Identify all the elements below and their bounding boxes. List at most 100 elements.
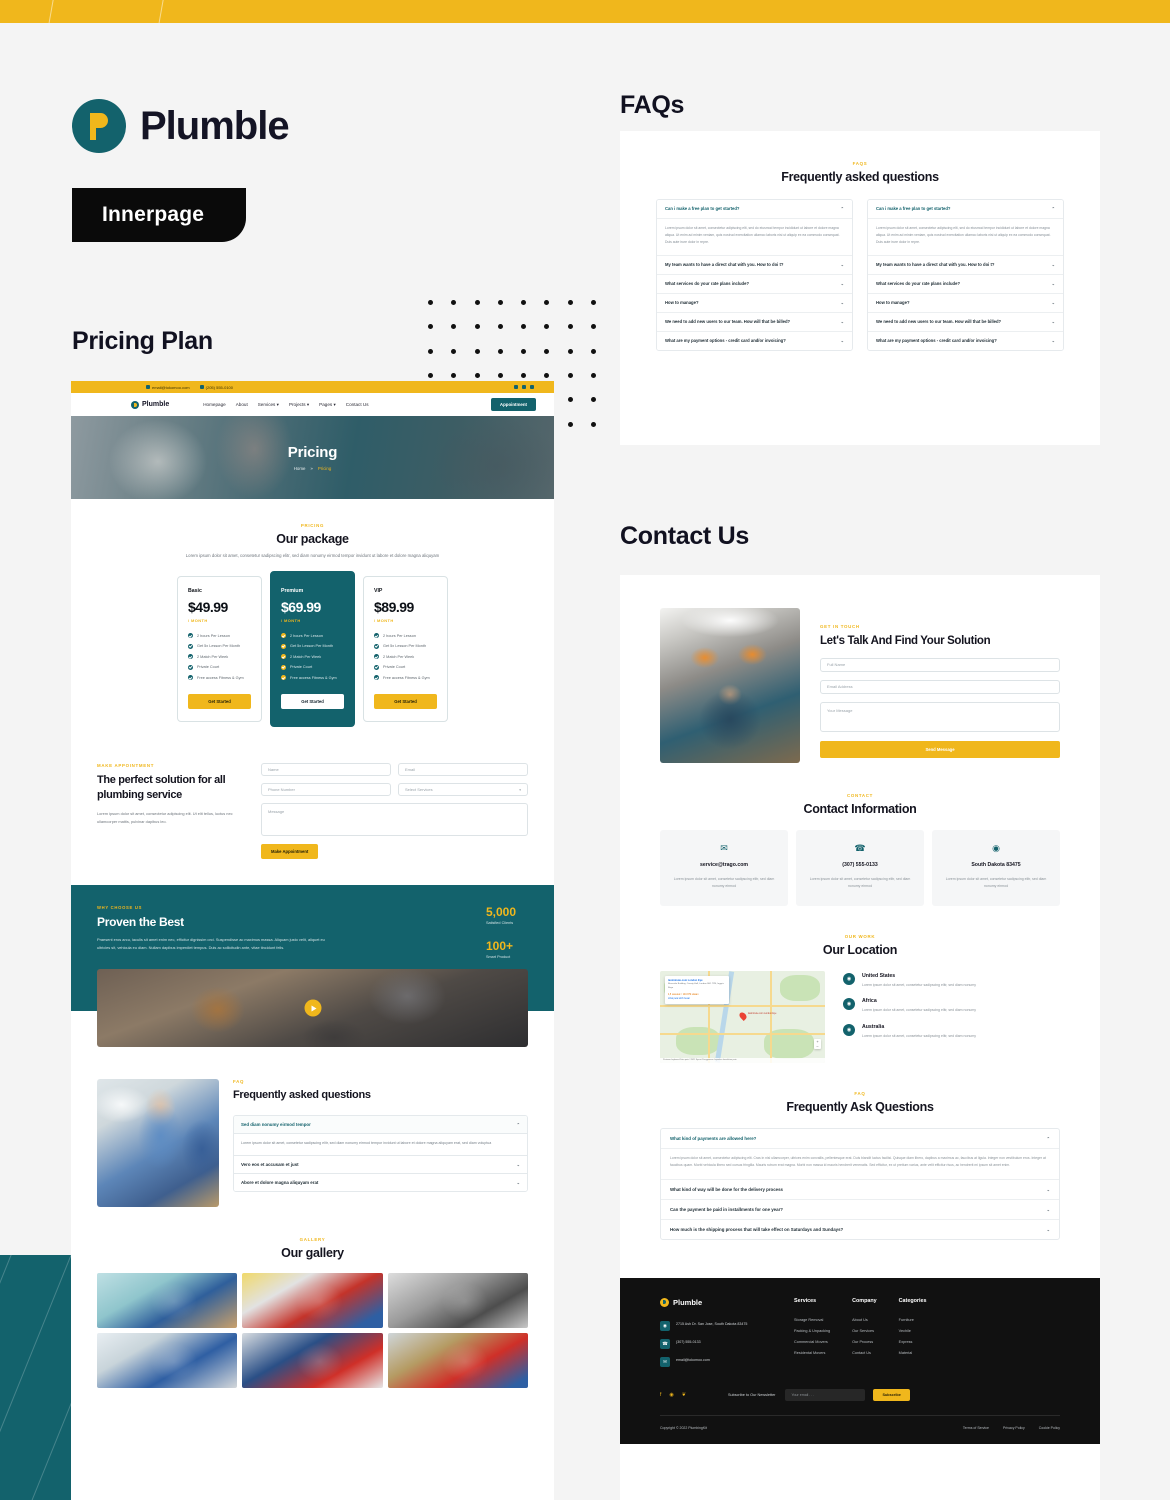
footer-link[interactable]: Storage Removal	[794, 1318, 830, 1322]
twitter-icon[interactable]: ❦	[682, 1392, 686, 1398]
footer-link[interactable]: Express	[899, 1340, 927, 1344]
nav-item-homepage[interactable]: Homepage	[203, 402, 225, 408]
facebook-icon[interactable]	[514, 385, 518, 389]
map-pin-icon	[738, 1011, 748, 1022]
cookie-policy-link[interactable]: Cookie Policy	[1039, 1426, 1060, 1430]
phone-field[interactable]: Phone Number	[261, 783, 391, 797]
map-bigger-link[interactable]: Lihat peta lebih besar	[668, 998, 726, 1000]
name-field[interactable]: Name	[261, 763, 391, 777]
gallery-image[interactable]	[97, 1273, 238, 1329]
nav-item-contact-us[interactable]: Contact Us	[346, 402, 369, 408]
list-item: Free access Fitness & Gym	[281, 675, 344, 681]
accordion-item[interactable]: How to manage? ⌄	[868, 294, 1063, 314]
accordion-item[interactable]: Can i make a free plan to get started? ⌃	[657, 200, 852, 220]
gallery-eyebrow: GALLERY	[299, 1237, 326, 1243]
instagram-icon[interactable]: ◉	[669, 1392, 673, 1398]
accordion-item[interactable]: What services do your rate plans include…	[657, 275, 852, 295]
nav-item-services[interactable]: Services ▾	[258, 402, 279, 408]
get-started-button[interactable]: Get Started	[188, 694, 251, 710]
breadcrumb-home[interactable]: Home	[294, 466, 306, 471]
accordion-item[interactable]: My team wants to have a direct chat with…	[657, 256, 852, 276]
nav-item-projects[interactable]: Projects ▾	[289, 402, 309, 408]
video-thumbnail[interactable]	[97, 969, 528, 1048]
accordion-item[interactable]: Sed diam nonumy eirmod tempor ⌃	[234, 1115, 527, 1134]
accordion-item[interactable]: We need to add new users to our team. Ho…	[657, 313, 852, 333]
accordion-item[interactable]: Can the payment be paid in installments …	[661, 1200, 1059, 1220]
accordion-item[interactable]: How to manage? ⌄	[657, 294, 852, 314]
location-eyebrow: OUR WORK	[844, 934, 876, 940]
facebook-icon[interactable]: f	[660, 1392, 661, 1398]
accordion-item[interactable]: What kind of payments are allowed here? ⌃	[661, 1129, 1059, 1150]
check-icon	[281, 654, 286, 660]
nav-item-about[interactable]: About	[236, 402, 248, 408]
footer-link[interactable]: Contact Us	[852, 1351, 877, 1355]
contact-card-desc: Lorem ipsum dolor sit amet, consetetur s…	[809, 876, 911, 888]
accordion-item[interactable]: What are my payment options - credit car…	[868, 332, 1063, 351]
footer-link[interactable]: About Us	[852, 1318, 877, 1322]
footer-logo[interactable]: Plumble	[660, 1297, 772, 1307]
list-item: Private Court	[374, 664, 437, 670]
get-started-button[interactable]: Get Started	[281, 694, 344, 710]
pricing-card-vip[interactable]: VIP $89.99 / MONTH 2 hours Per Lesson Ge…	[363, 576, 448, 723]
pricing-card-premium[interactable]: Premium $69.99 / MONTH 2 hours Per Lesso…	[270, 571, 355, 728]
accordion-item[interactable]: Abore et dolore magna aliquyam erat ⌄	[234, 1173, 527, 1191]
stat-number: 100+	[485, 939, 513, 954]
gallery-image[interactable]	[242, 1273, 383, 1329]
breadcrumb-separator: »	[310, 466, 313, 471]
map-zoom-controls[interactable]: + −	[814, 1039, 821, 1050]
gallery-image[interactable]	[387, 1333, 528, 1389]
subscribe-button[interactable]: Subscribe	[873, 1388, 910, 1401]
get-started-button[interactable]: Get Started	[374, 694, 437, 710]
terms-of-service-link[interactable]: Terms of Service	[963, 1426, 989, 1430]
email-field[interactable]: Email	[398, 763, 528, 777]
message-field[interactable]: Message	[261, 803, 528, 837]
map-embed[interactable]: lastminute.com London Eye Riverside Buil…	[660, 971, 825, 1064]
message-field[interactable]: Your Message	[820, 701, 1060, 732]
footer-link[interactable]: Our Process	[852, 1340, 877, 1344]
accordion-item[interactable]: My team wants to have a direct chat with…	[868, 256, 1063, 276]
accordion-item[interactable]: Vero eos et accusam et just ⌄	[234, 1155, 527, 1174]
footer-link[interactable]: Our Services	[852, 1329, 877, 1333]
location-name: Australia	[862, 1023, 885, 1030]
twitter-icon[interactable]	[522, 385, 526, 389]
gallery-image[interactable]	[242, 1333, 383, 1389]
accordion-item[interactable]: How much is the shipping process that wi…	[661, 1220, 1059, 1239]
footer-link[interactable]: Vechile	[899, 1329, 927, 1333]
services-select[interactable]: Select Services	[398, 783, 528, 797]
topbar-email[interactable]: email@tokomoo.com	[146, 385, 190, 390]
hero-title: Pricing	[287, 444, 338, 461]
footer-link[interactable]: Furniture	[899, 1318, 927, 1322]
gallery-image[interactable]	[387, 1273, 528, 1329]
accordion-item[interactable]: We need to add new users to our team. Ho…	[868, 313, 1063, 333]
map-zoom-out-button[interactable]: −	[814, 1044, 821, 1049]
faq-accordion: Sed diam nonumy eirmod tempor ⌃ Lorem ips…	[233, 1114, 528, 1192]
footer-link[interactable]: Residental Movers	[794, 1351, 830, 1355]
footer-link[interactable]: Material	[899, 1351, 927, 1355]
accordion-item[interactable]: What services do your rate plans include…	[868, 275, 1063, 295]
location-title: Our Location	[822, 943, 898, 958]
footer-link[interactable]: Packing & Unpacking	[794, 1329, 830, 1333]
privacy-policy-link[interactable]: Privacy Policy	[1003, 1426, 1025, 1430]
footer-brand-name: Plumble	[673, 1297, 703, 1307]
accordion-item[interactable]: Can i make a free plan to get started? ⌃	[868, 200, 1063, 220]
nav-item-pages[interactable]: Pages ▾	[319, 402, 336, 408]
gallery-image[interactable]	[97, 1333, 238, 1389]
faqs-columns: Can i make a free plan to get started? ⌃ …	[656, 199, 1064, 352]
pin-icon: ◉	[843, 998, 855, 1011]
appointment-button[interactable]: Appointment	[490, 398, 536, 411]
accordion-item[interactable]: What kind of way will be done for the de…	[661, 1180, 1059, 1200]
youtube-icon[interactable]	[530, 385, 534, 389]
fullname-field[interactable]: Full Name	[820, 657, 1060, 672]
proven-body: Praesent eros arcu, iaculis sit amet eni…	[97, 937, 325, 950]
send-message-button[interactable]: Send Message	[820, 740, 1060, 758]
pricing-card-basic[interactable]: Basic $49.99 / MONTH 2 hours Per Lesson …	[177, 576, 262, 723]
topbar-phone[interactable]: (205) 555-0100	[199, 385, 233, 390]
get-in-touch-section: GET IN TOUCH Let's Talk And Find Your So…	[620, 575, 1100, 763]
accordion-item[interactable]: What are my payment options - credit car…	[657, 332, 852, 351]
footer-link[interactable]: Commercial Movers	[794, 1340, 830, 1344]
make-appointment-button[interactable]: Make Appointment	[261, 844, 319, 860]
newsletter-email-input[interactable]: Your email . . .	[785, 1388, 866, 1401]
nav-logo[interactable]: Plumble	[131, 400, 169, 409]
email-field[interactable]: Email Address	[820, 679, 1060, 694]
play-icon[interactable]	[304, 999, 321, 1017]
